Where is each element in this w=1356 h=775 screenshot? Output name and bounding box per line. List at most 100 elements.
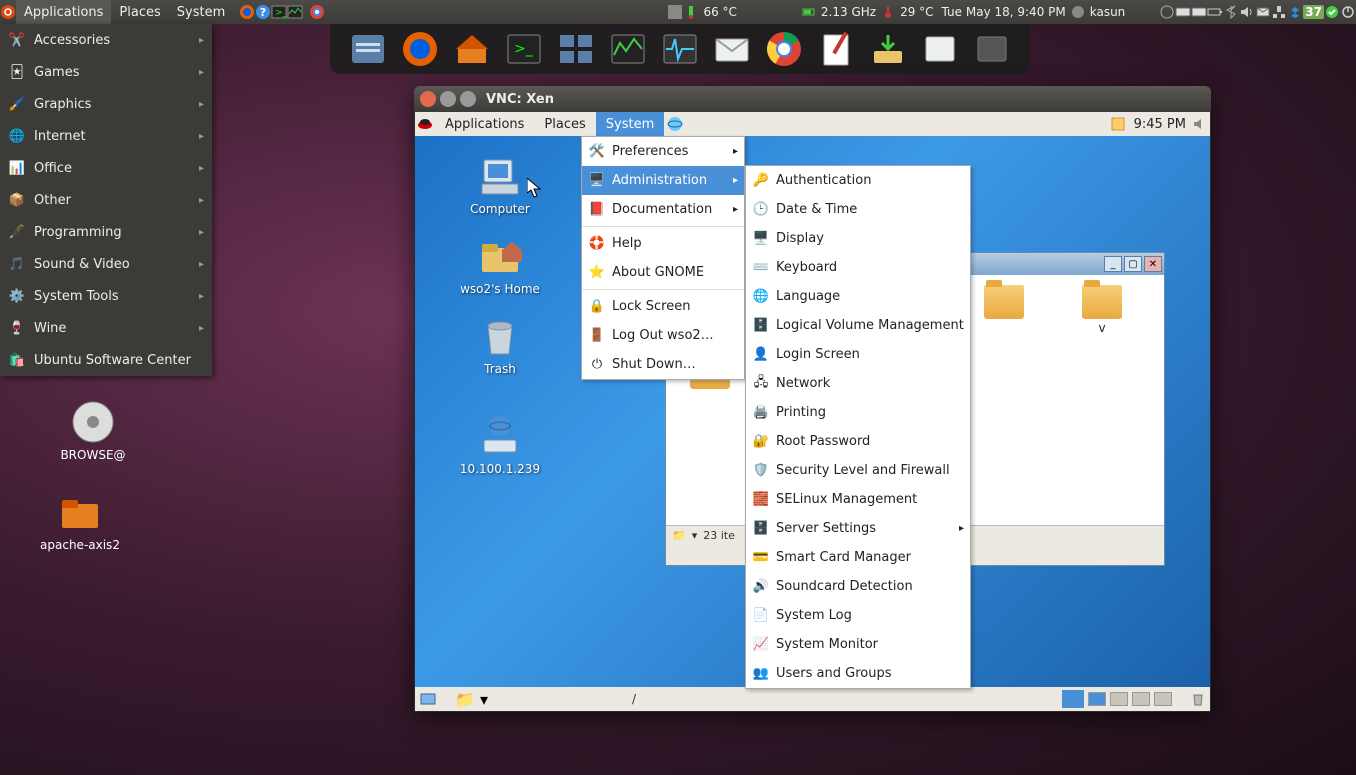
admin-menu-language[interactable]: 🌐Language: [746, 282, 970, 311]
chrome-launcher-icon[interactable]: [309, 4, 325, 20]
window-close-icon[interactable]: [420, 91, 436, 107]
workspace-1[interactable]: [1088, 692, 1106, 706]
window-minimize-icon[interactable]: [440, 91, 456, 107]
trash-panel-icon[interactable]: [1190, 691, 1206, 707]
fb-close-icon[interactable]: ✕: [1144, 256, 1162, 272]
taskbar-folder-icon[interactable]: 📁 ▾: [455, 690, 488, 709]
help-launcher-icon[interactable]: ?: [255, 4, 271, 20]
admin-menu-server-settings[interactable]: 🗄️Server Settings▸: [746, 514, 970, 543]
dock-item-firefox[interactable]: [398, 27, 442, 71]
system-menu-administration[interactable]: 🖥️Administration▸: [582, 166, 744, 195]
apps-menu-item-ubuntu-software-center[interactable]: 🛍️Ubuntu Software Center: [0, 344, 212, 376]
gnome-menu-system[interactable]: System: [596, 112, 664, 136]
admin-menu-keyboard[interactable]: ⌨️Keyboard: [746, 253, 970, 282]
apps-menu-item-sound-video[interactable]: 🎵Sound & Video▸: [0, 248, 212, 280]
firefox-launcher-icon[interactable]: [239, 4, 255, 20]
admin-menu-users-and-groups[interactable]: 👥Users and Groups: [746, 659, 970, 688]
tray-battery-icon[interactable]: [801, 4, 817, 20]
dock-item-editor[interactable]: [814, 27, 858, 71]
gnome-menu-places[interactable]: Places: [534, 112, 595, 136]
panel-menu-places[interactable]: Places: [111, 0, 168, 24]
dock-item-download[interactable]: [866, 27, 910, 71]
admin-menu-security-level-and-firewall[interactable]: 🛡️Security Level and Firewall: [746, 456, 970, 485]
panel-menu-applications[interactable]: Applications: [16, 0, 111, 24]
apps-menu-item-games[interactable]: 🃏Games▸: [0, 56, 212, 88]
dock-item-window[interactable]: [918, 27, 962, 71]
dock-item-monitor[interactable]: [606, 27, 650, 71]
tray-power-icon[interactable]: [1207, 4, 1223, 20]
workspace-4[interactable]: [1154, 692, 1172, 706]
terminal-launcher-icon[interactable]: >_: [271, 4, 287, 20]
tray-indicator-badge[interactable]: 37: [1303, 5, 1324, 19]
tray-thermal-icon[interactable]: [683, 4, 699, 20]
admin-menu-login-screen[interactable]: 👤Login Screen: [746, 340, 970, 369]
tray-volume-icon[interactable]: [1239, 4, 1255, 20]
dock-item-workspace[interactable]: [554, 27, 598, 71]
taskbar-item[interactable]: [1062, 690, 1084, 708]
monitor-launcher-icon[interactable]: [287, 4, 303, 20]
dock-item-home[interactable]: [450, 27, 494, 71]
apps-menu-item-system-tools[interactable]: ⚙️System Tools▸: [0, 280, 212, 312]
fb-folder-item[interactable]: [970, 285, 1038, 335]
admin-menu-system-monitor[interactable]: 📈System Monitor: [746, 630, 970, 659]
system-menu-preferences[interactable]: 🛠️Preferences▸: [582, 137, 744, 166]
admin-menu-selinux-management[interactable]: 🧱SELinux Management: [746, 485, 970, 514]
admin-menu-display[interactable]: 🖥️Display: [746, 224, 970, 253]
tray-shutdown-icon[interactable]: [1340, 4, 1356, 20]
vnc-titlebar[interactable]: VNC: Xen: [414, 86, 1211, 112]
gnome-browser-icon[interactable]: [664, 116, 686, 132]
admin-menu-logical-volume-management[interactable]: 🗄️Logical Volume Management: [746, 311, 970, 340]
admin-menu-smart-card-manager[interactable]: 💳Smart Card Manager: [746, 543, 970, 572]
dock-item-terminal[interactable]: >_: [502, 27, 546, 71]
apps-menu-item-office[interactable]: 📊Office▸: [0, 152, 212, 184]
fb-minimize-icon[interactable]: _: [1104, 256, 1122, 272]
gnome-desktop-icon-10-100-1-239[interactable]: 10.100.1.239: [450, 412, 550, 476]
gnome-volume-icon[interactable]: [1192, 116, 1210, 132]
workspace-3[interactable]: [1132, 692, 1150, 706]
admin-menu-printing[interactable]: 🖨️Printing: [746, 398, 970, 427]
apps-menu-item-programming[interactable]: 🖋️Programming▸: [0, 216, 212, 248]
tray-user-icon[interactable]: [1070, 4, 1086, 20]
gnome-desktop-icon-computer[interactable]: Computer: [450, 152, 550, 216]
tray-check-icon[interactable]: [1324, 4, 1340, 20]
apps-menu-item-internet[interactable]: 🌐Internet▸: [0, 120, 212, 152]
fb-folder-item[interactable]: v: [1068, 285, 1136, 335]
system-menu-lock-screen[interactable]: 🔒Lock Screen: [582, 292, 744, 321]
gnome-desktop-icon-wso2-s-home[interactable]: wso2's Home: [450, 232, 550, 296]
dock-item-chrome[interactable]: [762, 27, 806, 71]
dock-item-mail[interactable]: [710, 27, 754, 71]
admin-menu-authentication[interactable]: 🔑Authentication: [746, 166, 970, 195]
admin-menu-date-time[interactable]: 🕒Date & Time: [746, 195, 970, 224]
tray-clock[interactable]: Tue May 18, 9:40 PM: [938, 5, 1070, 19]
fb-maximize-icon[interactable]: ▢: [1124, 256, 1142, 272]
system-menu-documentation[interactable]: 📕Documentation▸: [582, 195, 744, 224]
panel-menu-system[interactable]: System: [169, 0, 233, 24]
desktop-icon-apache-axis2[interactable]: apache-axis2: [35, 490, 125, 552]
show-desktop-icon[interactable]: [419, 690, 437, 708]
tray-network-icon[interactable]: [1271, 4, 1287, 20]
taskbar-path[interactable]: /: [632, 692, 636, 706]
system-menu-about-gnome[interactable]: ⭐About GNOME: [582, 258, 744, 287]
tray-mail-icon[interactable]: [1255, 4, 1271, 20]
system-menu-help[interactable]: 🛟Help: [582, 229, 744, 258]
desktop-icon-browse-[interactable]: BROWSE@: [48, 400, 138, 462]
admin-menu-root-password[interactable]: 🔐Root Password: [746, 427, 970, 456]
vnc-desktop[interactable]: Applications Places System 9:45 PM 🛠️Pre…: [415, 112, 1210, 711]
gnome-menu-applications[interactable]: Applications: [435, 112, 534, 136]
tray-user[interactable]: kasun: [1086, 5, 1130, 19]
tray-dropbox-icon[interactable]: [1287, 4, 1303, 20]
tray-grid-icon[interactable]: [667, 4, 683, 20]
dock-item-files[interactable]: [346, 27, 390, 71]
system-menu-log-out-wso2-[interactable]: 🚪Log Out wso2…: [582, 321, 744, 350]
gnome-update-icon[interactable]: [1110, 116, 1128, 132]
gnome-desktop-icon-trash[interactable]: Trash: [450, 312, 550, 376]
admin-menu-soundcard-detection[interactable]: 🔊Soundcard Detection: [746, 572, 970, 601]
tray-input-icon[interactable]: [1191, 4, 1207, 20]
admin-menu-network[interactable]: 🖧Network: [746, 369, 970, 398]
tray-bluetooth-icon[interactable]: [1223, 4, 1239, 20]
apps-menu-item-wine[interactable]: 🍷Wine▸: [0, 312, 212, 344]
workspace-2[interactable]: [1110, 692, 1128, 706]
dock-item-empty[interactable]: [970, 27, 1014, 71]
system-menu-shut-down-[interactable]: ⏻Shut Down…: [582, 350, 744, 379]
admin-menu-system-log[interactable]: 📄System Log: [746, 601, 970, 630]
